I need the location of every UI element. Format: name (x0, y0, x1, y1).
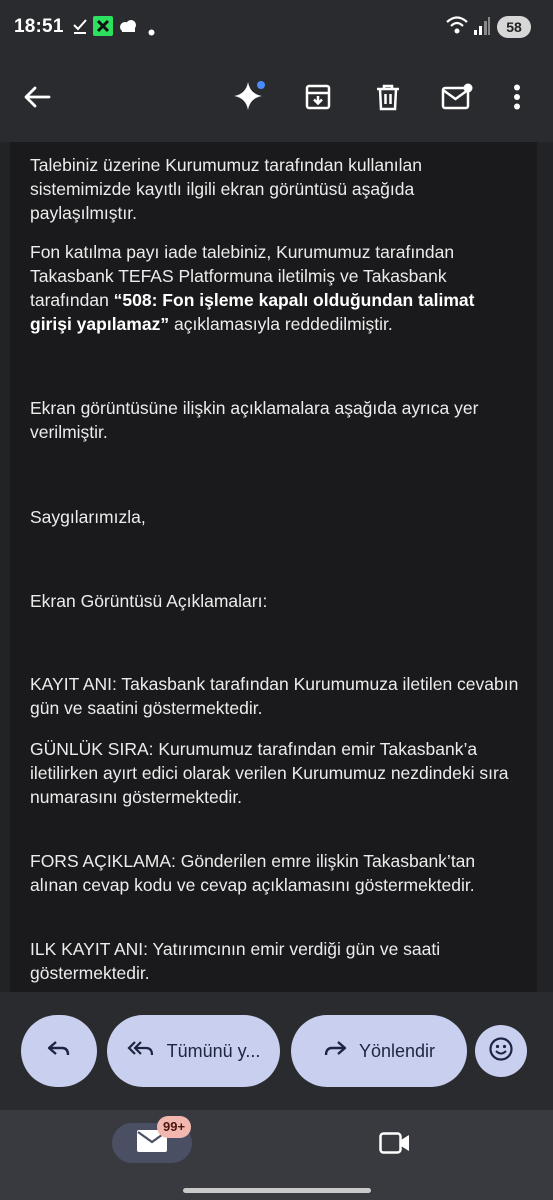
status-bar: 18:51 58 (0, 0, 553, 56)
mark-unread-button[interactable] (434, 76, 480, 122)
reply-all-label: Tümünü y... (166, 1040, 261, 1061)
mark-unread-icon (441, 83, 473, 116)
reply-icon (47, 1040, 71, 1063)
explanation-item: FORS AÇIKLAMA: Gönderilen emre ilişkin T… (30, 851, 476, 895)
email-paragraph-1: Talebiniz üzerine Kurumumuz tarafından k… (30, 155, 423, 223)
reply-all-button[interactable]: Tümünü y... (107, 1015, 280, 1087)
reply-button[interactable] (21, 1015, 97, 1087)
more-options-button[interactable] (494, 76, 540, 122)
paragraph-2-end: açıklamasıyla reddedilmiştir. (169, 314, 393, 334)
cloud-icon (118, 19, 138, 38)
email-closing: Saygılarımızla, (30, 507, 146, 527)
gemini-button[interactable] (226, 76, 272, 122)
section-title: Ekran Görüntüsü Açıklamaları: (30, 591, 268, 611)
forward-button[interactable]: Yönlendir (291, 1015, 467, 1087)
wifi-icon (445, 15, 469, 40)
forward-arrow-icon (323, 1040, 347, 1063)
download-done-icon (72, 17, 88, 40)
bottom-navigation: 99+ (0, 1110, 553, 1200)
email-paragraph-2: Fon katılma payı iade talebiniz, Kurumum… (30, 240, 520, 336)
dot-icon (148, 23, 155, 41)
emoji-icon (488, 1036, 514, 1067)
explanation-item: KAYIT ANI: Takasbank tarafından Kurumumu… (30, 674, 519, 718)
back-arrow-icon (23, 85, 51, 114)
archive-button[interactable] (295, 76, 341, 122)
top-app-bar (0, 56, 553, 142)
emoji-reaction-button[interactable] (475, 1025, 527, 1077)
sparkle-icon (231, 79, 267, 120)
video-icon (379, 1131, 411, 1159)
reply-actions-bar: Tümünü y... Yönlendir (0, 992, 553, 1110)
unread-count-badge: 99+ (157, 1116, 192, 1138)
email-paragraph-3: Ekran görüntüsüne ilişkin açıklamalara a… (30, 398, 479, 442)
home-indicator[interactable] (183, 1188, 371, 1193)
status-time: 18:51 (14, 16, 64, 37)
signal-icon (473, 16, 491, 41)
battery-level: 58 (497, 16, 531, 38)
app-x-icon (93, 16, 113, 41)
explanation-item: ILK KAYIT ANI: Yatırımcının emir verdiği… (30, 939, 441, 983)
more-vert-icon (513, 84, 521, 115)
back-button[interactable] (14, 76, 60, 122)
explanation-item: GÜNLÜK SIRA: Kurumumuz tarafından emir T… (30, 739, 509, 807)
archive-icon (304, 83, 332, 116)
email-body: Talebiniz üzerine Kurumumuz tarafından k… (10, 142, 537, 992)
reply-all-icon (127, 1040, 155, 1063)
nav-meet-tab[interactable] (372, 1127, 418, 1163)
forward-label: Yönlendir (358, 1040, 436, 1061)
trash-icon (375, 83, 401, 116)
delete-button[interactable] (365, 76, 411, 122)
